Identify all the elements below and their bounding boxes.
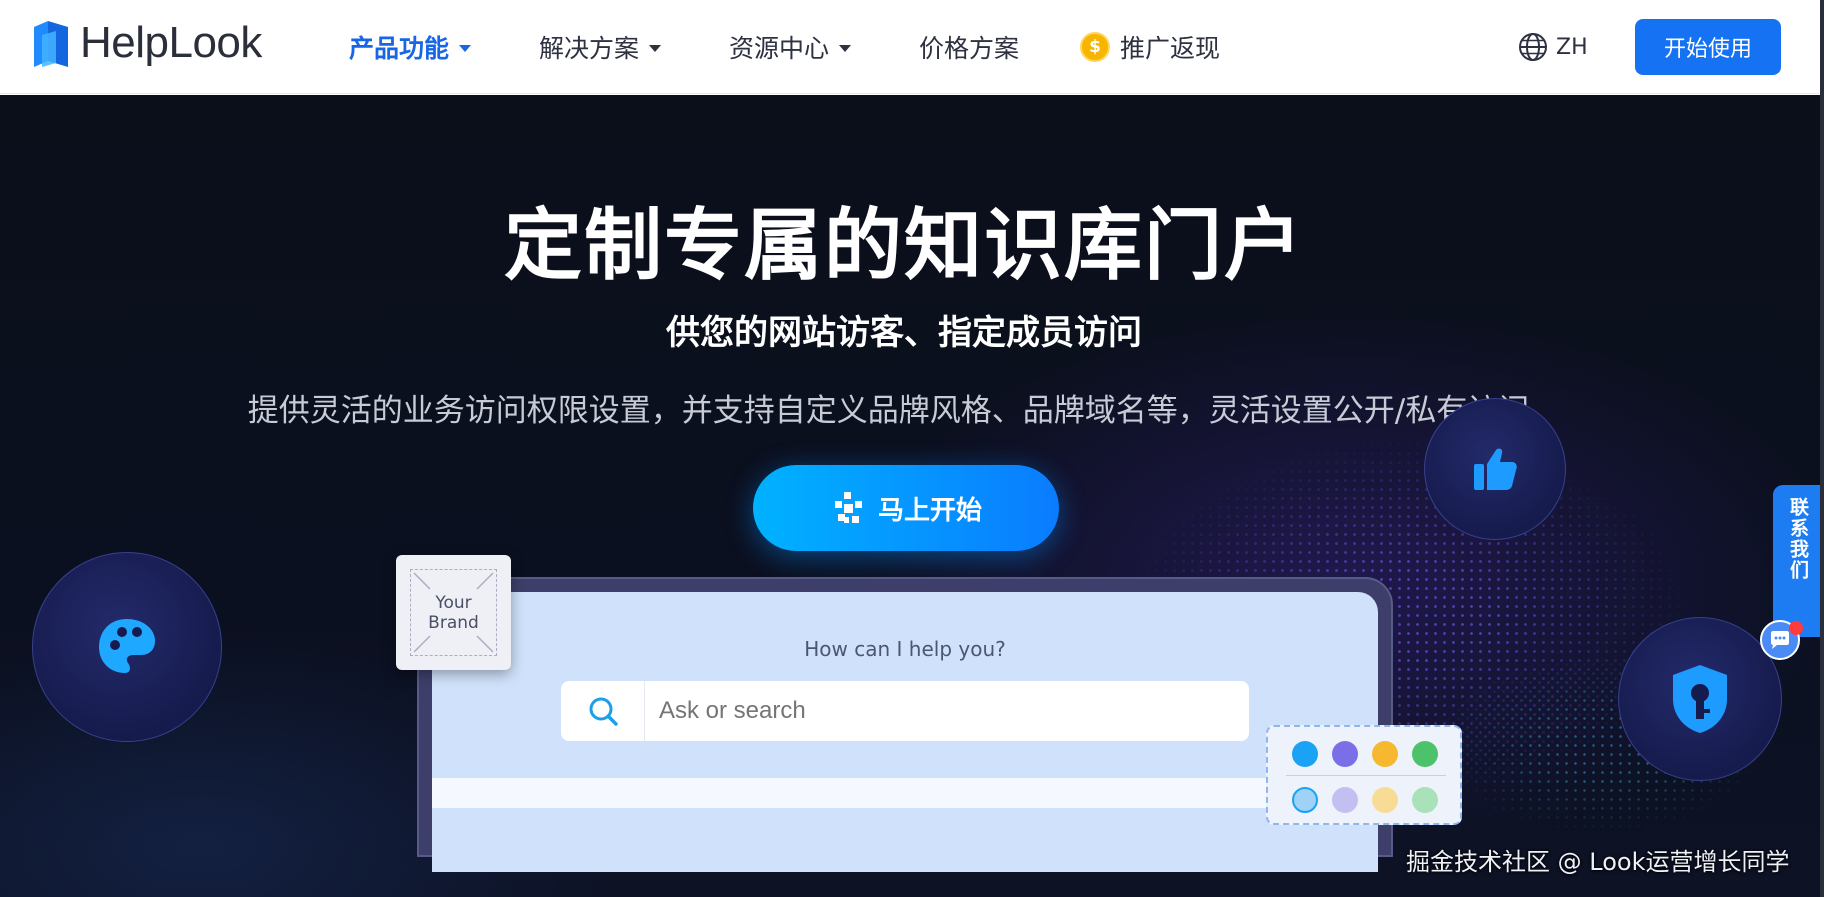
hero-subtitle: 供您的网站访客、指定成员访问 xyxy=(666,313,1142,353)
logo-text: HelpLook xyxy=(80,18,262,67)
brand-placeholder: Your Brand xyxy=(410,569,497,656)
brand-card-line1: Your xyxy=(435,592,472,613)
product-mockup-content-area xyxy=(432,778,1378,808)
nav-item-product-features[interactable]: 产品功能 xyxy=(349,26,472,68)
nav-item-pricing[interactable]: 价格方案 xyxy=(919,26,1019,68)
color-swatch-light-purple[interactable] xyxy=(1332,787,1358,813)
get-started-button[interactable]: 马上开始 xyxy=(753,465,1059,551)
caret-down-icon xyxy=(839,44,852,52)
help-center-question: How can I help you? xyxy=(804,637,1006,661)
caret-down-icon xyxy=(459,44,472,52)
contact-us-tab[interactable]: 联系我们 xyxy=(1773,485,1824,637)
mock-search-bar[interactable] xyxy=(561,681,1249,741)
brand-card-line2: Brand xyxy=(428,612,479,633)
theme-color-picker-card xyxy=(1266,725,1462,825)
nav-item-label: 资源中心 xyxy=(729,34,830,63)
nav-item-label: 价格方案 xyxy=(919,34,1020,63)
color-swatch-blue[interactable] xyxy=(1292,741,1318,767)
nav-item-label: 解决方案 xyxy=(539,34,640,63)
globe-icon xyxy=(1519,33,1547,61)
nav-item-solutions[interactable]: 解决方案 xyxy=(539,26,662,68)
color-swatch-yellow[interactable] xyxy=(1372,741,1398,767)
your-brand-card: Your Brand xyxy=(396,555,511,670)
palette-feature-badge xyxy=(32,552,222,742)
security-feature-badge xyxy=(1618,617,1782,781)
color-swatch-light-green[interactable] xyxy=(1412,787,1438,813)
thumbs-up-icon xyxy=(1474,448,1517,490)
language-label: ZH xyxy=(1556,34,1588,60)
nav-item-label: 产品功能 xyxy=(349,34,450,63)
thumbs-up-feature-badge xyxy=(1424,398,1566,540)
top-nav: HelpLook 产品功能 解决方案 资源中心 价格方案 $ 推广返现 ZH 开… xyxy=(0,0,1824,94)
swatch-divider xyxy=(1286,775,1446,776)
logo-mark-icon xyxy=(32,17,70,69)
get-started-label: 马上开始 xyxy=(877,494,982,525)
sparkle-pixel-icon xyxy=(834,492,862,523)
nav-item-label: 推广返现 xyxy=(1120,34,1221,63)
start-using-button[interactable]: 开始使用 xyxy=(1635,19,1781,75)
coin-icon: $ xyxy=(1080,32,1110,62)
color-swatch-light-yellow[interactable] xyxy=(1372,787,1398,813)
shield-key-icon xyxy=(1673,665,1727,733)
color-swatch-light-blue[interactable] xyxy=(1292,787,1318,813)
nav-item-referral[interactable]: $ 推广返现 xyxy=(1080,26,1220,68)
color-swatch-green[interactable] xyxy=(1412,741,1438,767)
palette-icon xyxy=(99,619,155,673)
mock-search-input[interactable] xyxy=(645,697,1225,725)
page-scrollbar[interactable] xyxy=(1820,0,1824,897)
notification-dot xyxy=(1789,621,1803,635)
search-icon xyxy=(561,681,645,741)
caret-down-icon xyxy=(649,44,662,52)
hero-title: 定制专属的知识库门户 xyxy=(503,201,1304,291)
language-switcher[interactable]: ZH xyxy=(1518,28,1588,66)
nav-item-resources[interactable]: 资源中心 xyxy=(729,26,852,68)
source-watermark: 掘金技术社区 @ Look运营增长同学 xyxy=(1406,848,1790,876)
helplook-logo[interactable]: HelpLook xyxy=(32,14,262,72)
color-swatch-purple[interactable] xyxy=(1332,741,1358,767)
